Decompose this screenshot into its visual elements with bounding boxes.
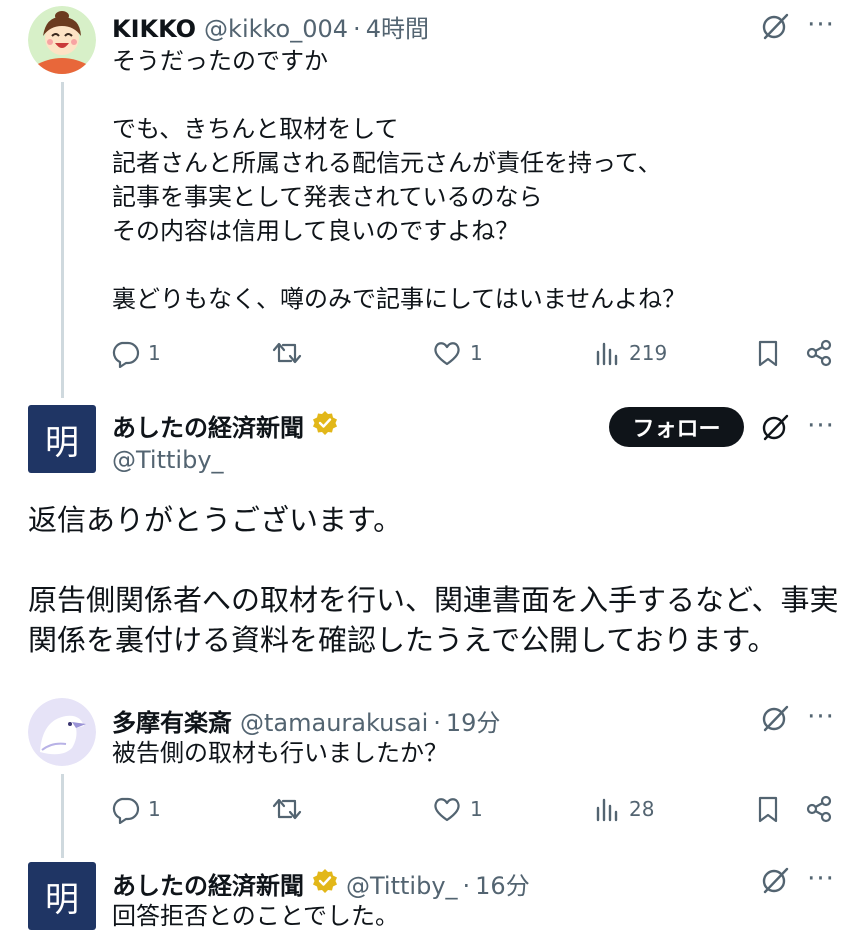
separator-dot: ·: [353, 15, 361, 43]
retweet-icon: [272, 798, 302, 820]
user-handle[interactable]: @tamaurakusai: [240, 709, 428, 737]
timestamp[interactable]: 16分: [475, 866, 530, 901]
user-handle[interactable]: @kikko_004: [204, 15, 348, 43]
grok-icon[interactable]: [757, 409, 793, 445]
views-count: 219: [629, 341, 668, 365]
tweet-header: あしたの経済新聞 @Tittiby_ · 16分: [112, 866, 530, 901]
avatar-kikko[interactable]: [28, 6, 96, 74]
grok-icon[interactable]: [757, 700, 793, 736]
reply-button[interactable]: 1: [110, 794, 161, 824]
display-name[interactable]: あしたの経済新聞: [112, 408, 304, 443]
retweet-button[interactable]: [271, 794, 303, 824]
handle-row: @Tittiby_: [104, 446, 224, 474]
more-icon[interactable]: ···: [804, 411, 838, 441]
verified-badge-icon: [313, 411, 337, 435]
more-icon[interactable]: ···: [804, 10, 838, 40]
share-button[interactable]: [804, 794, 834, 824]
user-handle[interactable]: @Tittiby_: [346, 872, 458, 900]
thread-line: [61, 82, 64, 398]
views-button[interactable]: 28: [595, 794, 654, 824]
avatar-asu-keizai[interactable]: 明: [28, 405, 96, 473]
more-icon[interactable]: ···: [804, 702, 838, 732]
follow-button[interactable]: フォロー: [609, 407, 744, 447]
bookmark-button[interactable]: [755, 794, 781, 824]
avatar-tamaurakusai[interactable]: [28, 698, 96, 766]
verified-badge-icon: [313, 869, 337, 893]
tweet-header: KIKKO @kikko_004 · 4時間: [112, 9, 429, 44]
retweet-button[interactable]: [271, 338, 303, 368]
reply-button[interactable]: 1: [110, 338, 161, 368]
views-count: 28: [629, 797, 655, 821]
views-icon: [596, 342, 618, 366]
display-name[interactable]: 多摩有楽斎: [112, 703, 232, 738]
grok-icon[interactable]: [757, 862, 793, 898]
like-icon: [434, 798, 460, 822]
share-button[interactable]: [804, 338, 834, 368]
tweet-text: そうだったのですか でも、きちんと取材をして 記者さんと所属される配信元さんが責…: [112, 47, 687, 313]
separator-dot: ·: [433, 709, 441, 737]
timestamp[interactable]: 4時間: [366, 9, 429, 44]
bookmark-icon: [758, 796, 778, 823]
separator-dot: ·: [462, 872, 471, 900]
like-count: 1: [470, 341, 483, 365]
like-button[interactable]: 1: [432, 338, 483, 368]
reply-count: 1: [148, 797, 161, 821]
tweet-header: 多摩有楽斎 @tamaurakusai · 19分: [112, 703, 500, 738]
more-icon[interactable]: ···: [804, 864, 838, 894]
retweet-icon: [272, 342, 302, 364]
display-name[interactable]: あしたの経済新聞: [112, 866, 304, 901]
like-count: 1: [470, 797, 483, 821]
like-icon: [434, 342, 460, 366]
views-button[interactable]: 219: [595, 338, 667, 368]
avatar-cartoon-icon: [28, 6, 96, 74]
like-button[interactable]: 1: [432, 794, 483, 824]
tweet-header: あしたの経済新聞: [112, 408, 338, 443]
tweet-text: 回答拒否とのことでした。: [112, 902, 400, 930]
reply-icon: [112, 341, 140, 368]
share-icon: [806, 339, 832, 367]
display-name[interactable]: KIKKO: [112, 15, 196, 43]
user-handle[interactable]: @Tittiby_: [112, 446, 224, 474]
grok-icon[interactable]: [757, 8, 793, 44]
tweet-text: 返信ありがとうございます。 原告側関係者への取材を行い、関連書面を入手するなど、…: [28, 503, 839, 657]
reply-count: 1: [148, 341, 161, 365]
reply-icon: [112, 797, 140, 824]
avatar-asu-keizai[interactable]: 明: [28, 862, 96, 930]
thread-line: [61, 774, 64, 858]
avatar-bird-icon: [28, 698, 96, 766]
bookmark-icon: [758, 340, 778, 367]
views-icon: [596, 798, 618, 822]
share-icon: [806, 795, 832, 823]
tweet-text: 被告側の取材も行いましたか？: [112, 739, 448, 767]
bookmark-button[interactable]: [755, 338, 781, 368]
timestamp[interactable]: 19分: [446, 703, 501, 738]
